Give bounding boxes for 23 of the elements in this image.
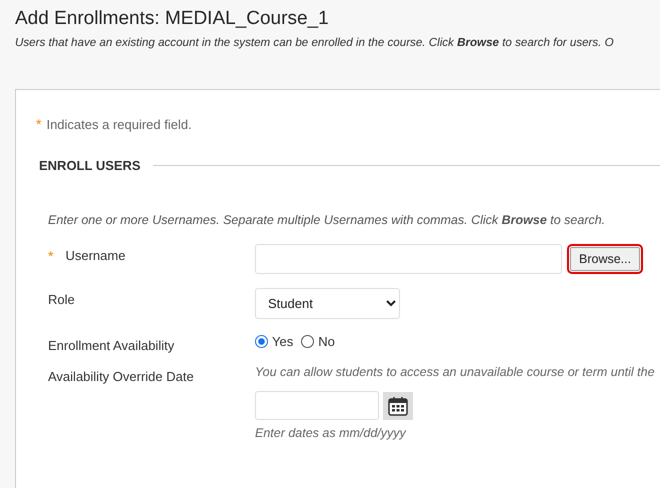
- section-title: ENROLL USERS: [39, 158, 141, 173]
- page-instructions: Users that have an existing account in the system can be enrolled in the course. Click Browse to search for users. O: [15, 36, 615, 49]
- calendar-button[interactable]: [383, 392, 413, 420]
- section-instructions: Enter one or more Usernames. Separate multiple Usernames with commas. Click Browse to search.: [48, 213, 606, 227]
- required-note: Indicates a required field.: [46, 116, 192, 132]
- radio-label: Yes: [272, 334, 294, 349]
- field-label: Role: [48, 292, 75, 309]
- required-mark: *: [36, 116, 42, 132]
- help-text: You can allow students to access an unavailable course or term until the: [255, 365, 656, 379]
- radio-button[interactable]: [255, 335, 268, 348]
- role-dropdown[interactable]: Student: [255, 288, 400, 319]
- calendar-icon: [387, 394, 409, 416]
- date-format-hint: Enter dates as mm/dd/yyyy: [255, 426, 408, 440]
- required-mark: *: [48, 248, 54, 266]
- page-title: Add Enrollments: MEDIAL_Course_1: [15, 7, 330, 31]
- date-field[interactable]: [255, 391, 379, 420]
- field-label: Username: [65, 248, 126, 265]
- username-field[interactable]: [255, 244, 562, 274]
- browse-button[interactable]: Browse...: [570, 247, 640, 271]
- field-label: Availability Override Date: [48, 369, 194, 386]
- radio-label: No: [318, 334, 335, 349]
- radio-button[interactable]: [301, 335, 314, 348]
- field-label: Enrollment Availability: [48, 338, 174, 353]
